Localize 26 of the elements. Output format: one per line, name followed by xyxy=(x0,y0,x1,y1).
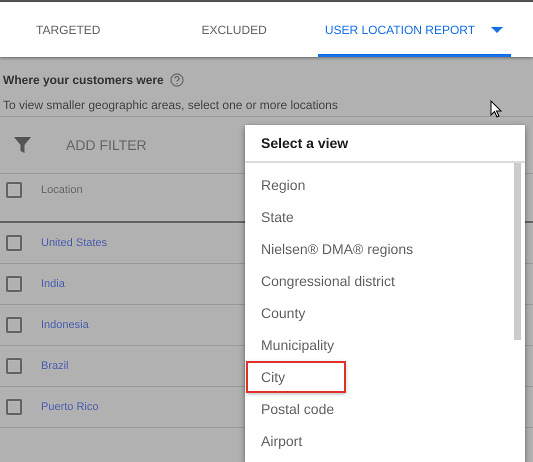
checkbox[interactable] xyxy=(6,276,22,292)
help-icon[interactable] xyxy=(170,73,184,87)
menu-item[interactable]: State xyxy=(245,201,345,233)
menu-item[interactable]: Nielsen® DMA® regions xyxy=(245,233,418,265)
menu-item[interactable]: County xyxy=(245,297,345,329)
menu-item[interactable]: Congressional district xyxy=(245,265,399,297)
scrollbar[interactable] xyxy=(514,163,521,340)
menu-item[interactable]: Municipality xyxy=(245,329,345,361)
column-header: Location xyxy=(41,183,83,196)
menu-title: Select a view xyxy=(245,125,525,163)
tab[interactable]: USER LOCATION REPORT xyxy=(318,2,512,57)
checkbox[interactable] xyxy=(6,399,22,415)
report-heading: Where your customers were xyxy=(3,73,164,87)
report-hint: To view smaller geographic areas, select one or more locations xyxy=(2,97,338,114)
cursor-icon xyxy=(490,100,502,118)
menu-item[interactable]: City xyxy=(246,361,346,393)
menu-item[interactable]: Postal code xyxy=(245,393,345,425)
checkbox[interactable] xyxy=(6,235,22,251)
tab[interactable]: TARGETED xyxy=(29,2,108,57)
checkbox[interactable] xyxy=(6,317,22,333)
checkbox[interactable] xyxy=(6,358,22,374)
tab[interactable]: EXCLUDED xyxy=(194,2,274,57)
menu-item[interactable]: Region xyxy=(245,169,345,201)
checkbox[interactable] xyxy=(6,182,22,198)
filter-icon[interactable] xyxy=(14,137,31,153)
menu-item[interactable]: Airport xyxy=(245,425,345,457)
